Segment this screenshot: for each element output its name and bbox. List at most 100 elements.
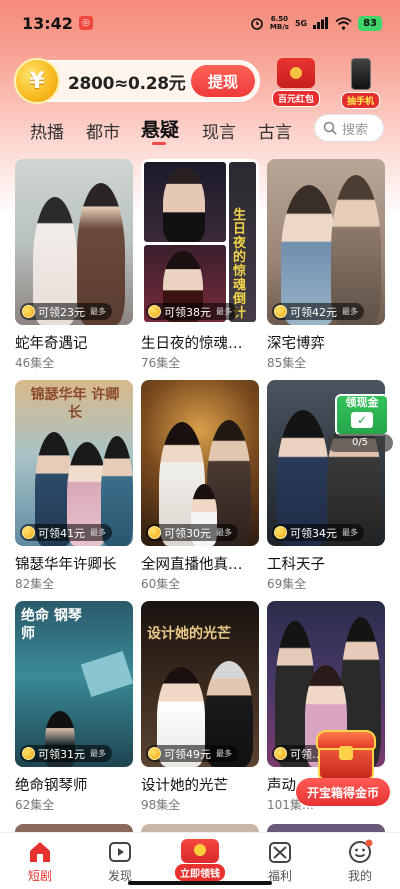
cash-reward-widget[interactable]: 领现金 ✓ [335,394,389,436]
battery-indicator: 83 [358,15,382,31]
search-icon [323,121,337,135]
coin-icon [148,305,161,318]
red-packet-label: 百元红包 [272,90,321,107]
reward-amount: 可领42元 [290,305,337,319]
coin-icon [274,305,287,318]
play-icon [109,842,131,862]
reward-max-label: 最多 [90,307,106,316]
nav-item-claim-money[interactable]: 立即领钱 [170,839,230,881]
gift-icon [269,842,291,863]
drama-card[interactable]: 设计她的光芒 可领49元 最多 设计她的光芒 98集全 [141,601,259,813]
nav-item-profile[interactable]: 我的 [330,839,390,884]
reward-max-label: 最多 [342,528,358,537]
drama-episodes: 76集全 [141,356,181,370]
red-packet-icon [277,58,315,88]
reward-badge: 可领30元 最多 [146,524,238,541]
drama-episodes: 46集全 [15,356,55,370]
drama-title: 全网直播他真… [141,557,243,573]
phone-promo-label: 抽手机 [341,92,381,109]
status-bar: 13:42 ◎ 6.50 MB/s 5G 83 [0,0,400,46]
nav-item-shorts[interactable]: 短剧 [10,839,70,884]
reward-badge: 可领34元 最多 [272,524,364,541]
network-speed-unit: MB/s [269,23,289,31]
coin-icon [148,747,161,760]
coin-balance-bar[interactable]: ¥ 2800≈0.28元 提现 [14,58,260,104]
drama-title: 工科天子 [267,557,325,573]
phone-promo[interactable]: 抽手机 [341,58,381,109]
tab-suspense[interactable]: 悬疑 [141,115,179,142]
reward-max-label: 最多 [216,307,232,316]
drama-poster: 可领42元 最多 [267,159,385,325]
poster-title-art: 锦瑟华年 许卿长 [30,387,120,421]
reward-amount: 可领41元 [38,526,85,540]
drama-poster: 绝命 钢琴师 可领31元 最多 [15,601,133,767]
chest-lock [339,746,353,760]
tab-urban[interactable]: 都市 [86,118,120,143]
drama-card[interactable]: 绝命 钢琴师 可领31元 最多 绝命钢琴师 62集全 [15,601,133,813]
coin-icon [148,526,161,539]
nav-item-welfare[interactable]: 福利 [250,839,310,884]
reward-amount: 可领38元 [164,305,211,319]
coin-icon [22,526,35,539]
signal-type: 5G [294,18,308,28]
reward-max-label: 最多 [216,528,232,537]
reward-amount: 可领31元 [38,747,85,761]
drama-card[interactable]: 生日夜的惊魂倒计 可领38元 最多 生日夜的惊魂… 76集全 [141,159,259,371]
drama-card[interactable]: 可领42元 最多 深宅博弈 85集全 [267,159,385,371]
status-indicators: 6.50 MB/s 5G 83 [250,15,382,31]
tab-ancient-romance[interactable]: 古言 [258,118,292,143]
drama-episodes: 60集全 [141,577,181,591]
withdraw-button[interactable]: 提现 [191,65,255,97]
status-time: 13:42 [22,13,73,33]
drama-card-peek [15,824,133,832]
reward-badge: 可领23元 最多 [20,303,112,320]
coin-icon [22,747,35,760]
category-tabs: 热播 都市 悬疑 现言 古言 搜索 [0,112,400,148]
search-input[interactable]: 搜索 [314,114,384,142]
drama-card[interactable]: 锦瑟华年 许卿长 可领41元 最多 锦瑟华年许卿长 82集全 [15,380,133,592]
treasure-chest-icon[interactable] [316,728,376,780]
drama-title: 锦瑟华年许卿长 [15,557,117,573]
reward-max-label: 最多 [216,749,232,758]
phone-icon [350,58,371,90]
coin-icon: ¥ [14,58,60,104]
cash-widget-label: 领现金 [345,396,379,409]
drama-poster: 可领23元 最多 [15,159,133,325]
wifi-icon [335,16,352,30]
reward-badge: 可领38元 最多 [146,303,238,320]
drama-title: 蛇年奇遇记 [15,336,88,352]
drama-episodes: 82集全 [15,577,55,591]
drama-episodes: 98集全 [141,798,181,812]
coin-balance: 2800≈0.28元 [68,73,186,94]
poster-title-art: 生日夜的惊魂倒计 [233,208,247,321]
drama-episodes: 85集全 [267,356,307,370]
network-speed: 6.50 MB/s [270,15,289,31]
nav-item-discover[interactable]: 发现 [90,839,150,884]
signal-icon [313,17,329,29]
reward-max-label: 最多 [90,749,106,758]
drama-card[interactable]: 可领23元 最多 蛇年奇遇记 46集全 [15,159,133,371]
drama-title: 生日夜的惊魂… [141,336,243,352]
nav-label: 立即领钱 [175,864,225,881]
network-speed-value: 6.50 [270,15,289,23]
check-icon: ✓ [351,412,373,428]
reward-max-label: 最多 [90,528,106,537]
drama-title: 设计她的光芒 [141,778,228,794]
drama-poster: 可领30元 最多 [141,380,259,546]
home-icon [30,842,50,862]
red-envelope-icon [181,839,219,863]
red-packet-promo[interactable]: 百元红包 [272,58,321,107]
tab-modern-romance[interactable]: 现言 [202,118,236,143]
drama-card-peek [267,824,385,832]
reward-max-label: 最多 [342,307,358,316]
app-notification-icon: ◎ [78,16,93,30]
drama-title: 绝命钢琴师 [15,778,88,794]
drama-card[interactable]: 可领30元 最多 全网直播他真… 60集全 [141,380,259,592]
poster-title-art: 设计她的光芒 [147,626,231,642]
tab-hot[interactable]: 热播 [30,118,64,143]
coin-icon [274,526,287,539]
coin-icon [274,747,287,760]
drama-title: 深宅博弈 [267,336,325,352]
open-chest-button[interactable]: 开宝箱得金币 [296,778,390,806]
drama-poster: 锦瑟华年 许卿长 可领41元 最多 [15,380,133,546]
